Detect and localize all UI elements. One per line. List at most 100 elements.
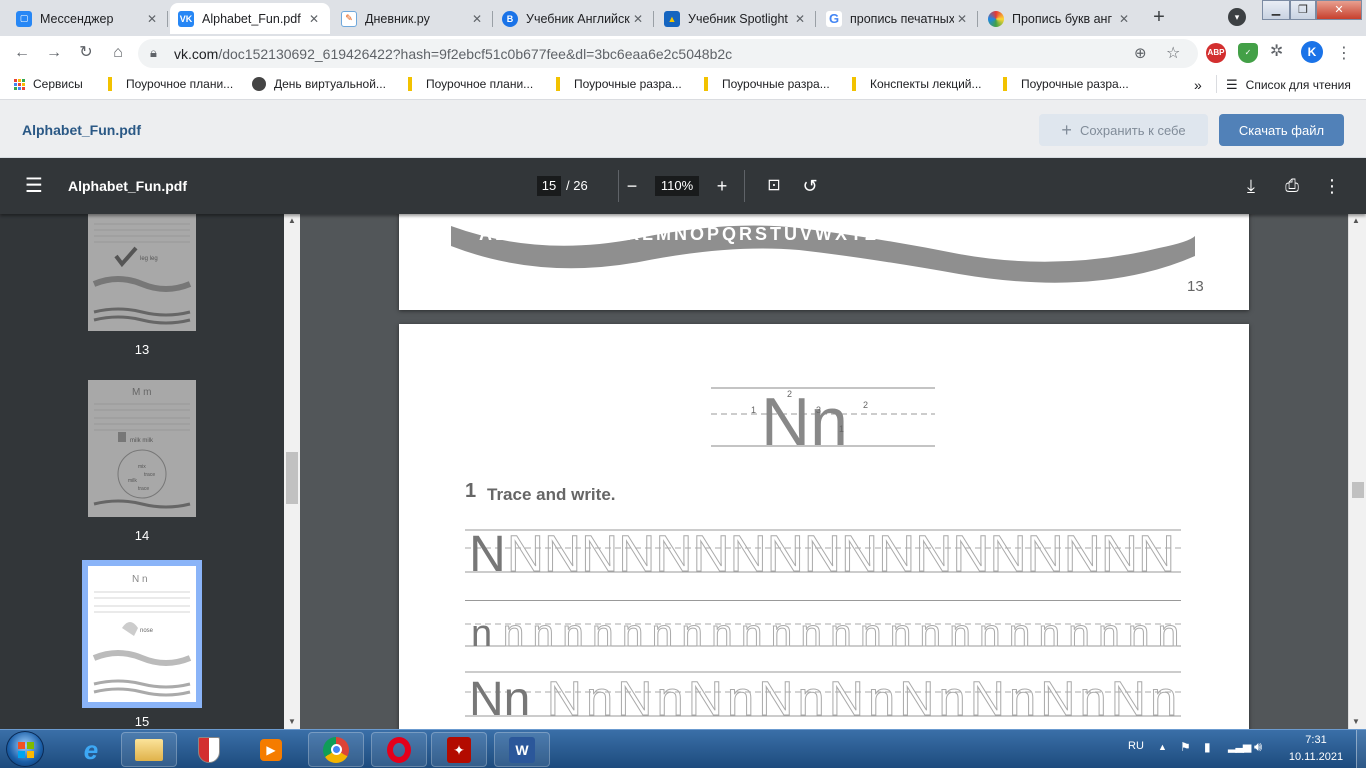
forward-icon[interactable]: → (42, 41, 66, 65)
tab-messenger[interactable]: ▢ Мессенджер ✕ (8, 3, 168, 34)
bookmarks-bar: Сервисы Поурочное плани... День виртуаль… (0, 70, 1366, 100)
pdf-filename: Alphabet_Fun.pdf (68, 178, 187, 194)
rotate-icon[interactable]: ↺ (798, 174, 822, 198)
power-icon[interactable]: ▮ (1204, 740, 1211, 754)
tab-alphabet-pdf[interactable]: VK Alphabet_Fun.pdf ✕ (170, 3, 330, 34)
acrobat-icon: ✦ (447, 736, 471, 763)
scroll-down-icon[interactable]: ▼ (1352, 717, 1360, 726)
start-button[interactable] (6, 731, 44, 767)
close-icon[interactable]: ✕ (144, 12, 160, 26)
bookmark-item[interactable]: Поурочные разра... (556, 77, 682, 91)
address-bar[interactable]: 🔒︎ vk.com/doc152130692_619426422?hash=9f… (138, 39, 1198, 68)
menu-icon[interactable]: ☰ (22, 174, 46, 198)
page-thumbnail-14[interactable]: M m milk milk mix trace milk trace (88, 380, 196, 517)
close-icon[interactable]: ✕ (469, 12, 485, 26)
sidebar-scrollbar[interactable]: ▲ ▼ (284, 214, 300, 729)
tab-spotlight[interactable]: ▲ Учебник Spotlight ✕ (656, 3, 816, 34)
new-tab-button[interactable]: + (1146, 5, 1172, 31)
taskbar-antivirus[interactable] (184, 734, 234, 766)
home-icon[interactable]: ⌂ (106, 41, 130, 65)
save-to-my-docs-button[interactable]: + Сохранить к себе (1039, 114, 1208, 146)
restore-button[interactable]: ❐ (1290, 0, 1316, 20)
clock-time[interactable]: 7:31 (1288, 734, 1344, 746)
close-icon[interactable]: ✕ (1116, 12, 1132, 26)
svg-text:N: N (469, 526, 506, 578)
minimize-button[interactable]: ▁ (1262, 0, 1290, 20)
page-thumbnail-15[interactable]: N n nose (88, 566, 196, 702)
shield-extension-icon[interactable]: ✓ (1238, 43, 1258, 63)
zoom-level-input[interactable]: 110% (655, 176, 699, 196)
scroll-up-icon[interactable]: ▲ (288, 216, 296, 225)
close-icon[interactable]: ✕ (306, 12, 322, 26)
volume-icon[interactable]: 🔊︎ (1254, 739, 1262, 755)
tab-textbook-english[interactable]: B Учебник Английского ✕ (494, 3, 654, 34)
tab-strip: ▢ Мессенджер ✕ VK Alphabet_Fun.pdf ✕ ✎ Д… (0, 0, 1366, 36)
bookmark-item[interactable]: Поурочное плани... (108, 77, 233, 91)
language-indicator[interactable]: RU (1128, 740, 1144, 752)
close-window-button[interactable]: ✕ (1316, 0, 1362, 20)
thumbnail-preview: N n nose (92, 574, 192, 697)
download-file-button[interactable]: Скачать файл (1219, 114, 1344, 146)
system-tray: RU ▲ ⚑ ▮ ▂▃▅ 🔊︎ 7:31 10.11.2021 (1120, 730, 1366, 769)
reading-list-button[interactable]: ☰ Список для чтения (1226, 77, 1351, 93)
scroll-up-icon[interactable]: ▲ (1352, 216, 1360, 225)
zoom-in-icon[interactable]: + (710, 174, 734, 198)
download-icon[interactable]: ⤓ (1239, 174, 1263, 198)
tab-letters-copybook[interactable]: Пропись букв анг ✕ (980, 3, 1140, 34)
taskbar-explorer[interactable] (121, 732, 177, 767)
browser-menu-icon[interactable]: ⋮ (1336, 43, 1352, 63)
bookmarks-more-button[interactable]: » (1194, 77, 1202, 93)
bookmark-item[interactable]: День виртуальной... (252, 77, 386, 91)
print-icon[interactable]: ⎙ (1280, 174, 1304, 198)
tab-dnevnik[interactable]: ✎ Дневник.ру ✕ (333, 3, 493, 34)
tab-search-icon[interactable]: ▾ (1228, 8, 1246, 26)
bookmark-apps[interactable]: Сервисы (14, 77, 83, 91)
vk-doc-header: Alphabet_Fun.pdf + Сохранить к себе Скач… (0, 100, 1366, 158)
show-desktop-button[interactable] (1356, 730, 1366, 769)
tab-google-search[interactable]: G пропись печатных ✕ (818, 3, 978, 34)
pdf-document-view[interactable]: ABCDEFGHIJKLMNOPQRSTUVWXYZ 13 Nn 1 2 3 1… (300, 214, 1348, 729)
zoom-out-icon[interactable]: − (620, 174, 644, 198)
network-signal-icon[interactable]: ▂▃▅ (1228, 740, 1251, 753)
profile-avatar[interactable]: K (1301, 41, 1323, 63)
reload-icon[interactable]: ↻ (74, 41, 98, 65)
taskbar-opera[interactable] (371, 732, 427, 767)
more-options-icon[interactable]: ⋮ (1320, 174, 1344, 198)
clock-date[interactable]: 10.11.2021 (1278, 751, 1354, 763)
taskbar-chrome[interactable] (308, 732, 364, 767)
svg-text:2: 2 (787, 389, 792, 399)
bookmark-item[interactable]: Поурочные разра... (704, 77, 830, 91)
extensions-icon[interactable]: ✲ (1270, 41, 1283, 61)
apps-grid-icon (14, 78, 25, 90)
bookmark-item[interactable]: Поурочное плани... (408, 77, 533, 91)
document-title: Alphabet_Fun.pdf (22, 122, 141, 138)
page-thumbnail-13[interactable]: leg leg (88, 214, 196, 331)
bookmark-item[interactable]: Поурочные разра... (1003, 77, 1129, 91)
document-scrollbar[interactable]: ▲ ▼ (1348, 214, 1366, 729)
internet-explorer-icon[interactable]: e (66, 734, 116, 766)
word-icon: W (509, 736, 535, 763)
close-icon[interactable]: ✕ (792, 12, 808, 26)
page-number-input[interactable]: 15 (537, 176, 561, 196)
taskbar-media-player[interactable]: ▶ (246, 734, 296, 766)
trace-row-capital-n: N NNNNNNNNNNNNNNNNNN (465, 526, 1181, 578)
taskbar-word[interactable]: W (494, 732, 550, 767)
taskbar-acrobat[interactable]: ✦ (431, 732, 487, 767)
google-icon: G (826, 10, 842, 27)
scroll-down-icon[interactable]: ▼ (288, 717, 296, 726)
adblock-icon[interactable]: ABP (1206, 43, 1226, 63)
bookmark-item[interactable]: Конспекты лекций... (852, 77, 982, 91)
zoom-icon[interactable]: ⊕ (1134, 44, 1147, 62)
scrollbar-thumb[interactable] (1352, 482, 1364, 498)
action-center-flag-icon[interactable]: ⚑ (1180, 740, 1191, 754)
fit-to-page-icon[interactable]: ⊡ (762, 174, 786, 198)
close-icon[interactable]: ✕ (630, 12, 646, 26)
scrollbar-thumb[interactable] (286, 452, 298, 504)
show-hidden-icons-icon[interactable]: ▲ (1158, 742, 1167, 752)
bookmark-star-icon[interactable]: ☆ (1166, 43, 1180, 63)
svg-text:3: 3 (816, 405, 821, 415)
b-icon: B (502, 10, 518, 27)
lock-icon[interactable]: 🔒︎ (150, 45, 157, 61)
back-icon[interactable]: ← (10, 41, 34, 65)
close-icon[interactable]: ✕ (954, 12, 970, 26)
